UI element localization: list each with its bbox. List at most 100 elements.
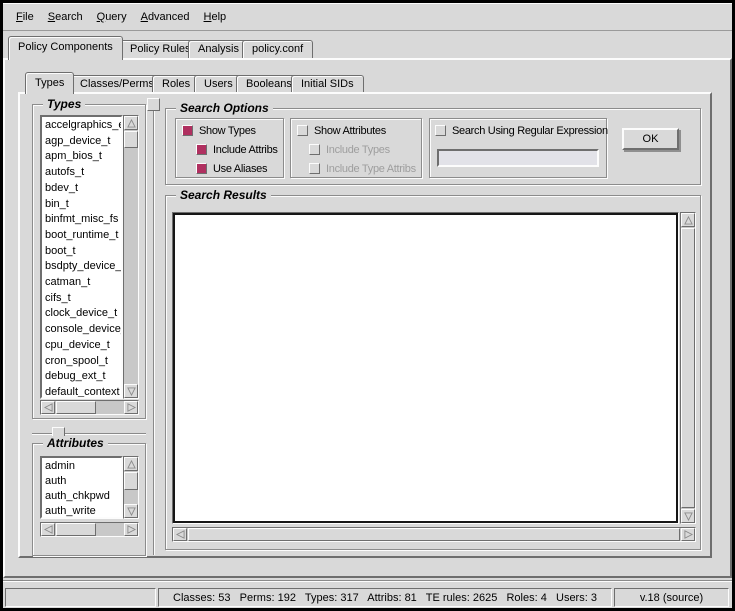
scroll-right-button[interactable] (124, 401, 138, 414)
attributes-listbox[interactable]: admin auth auth_chkpwd auth_write change… (40, 456, 123, 519)
scroll-down-button[interactable] (681, 509, 695, 523)
regex-checkbox[interactable]: Search Using Regular Expression (435, 124, 608, 137)
scrollbar-thumb[interactable] (681, 228, 695, 508)
menu-search-hotkey: S (48, 11, 55, 23)
checkbox-indicator (182, 125, 193, 136)
scroll-right-icon (127, 403, 136, 412)
list-item[interactable]: catman_t (45, 275, 121, 291)
list-item[interactable]: cpu_device_t (45, 338, 121, 354)
scroll-left-button[interactable] (41, 523, 55, 536)
ok-button[interactable]: OK (622, 128, 679, 150)
menu-query-rest: uery (105, 11, 126, 23)
status-version: v.18 (source) (614, 588, 729, 607)
show-attributes-checkbox[interactable]: Show Attributes (297, 124, 386, 137)
list-item[interactable]: boot_t (45, 244, 121, 260)
checkbox-indicator (297, 125, 308, 136)
scrollbar-thumb[interactable] (124, 472, 138, 490)
attributes-frame-label: Attributes (43, 436, 108, 450)
scroll-right-icon (127, 525, 136, 534)
scroll-up-icon (127, 460, 136, 469)
list-item[interactable]: bsdpty_device_ (45, 259, 121, 275)
menu-query[interactable]: Query (90, 4, 134, 30)
types-listbox[interactable]: accelgraphics_e agp_device_t apm_bios_t … (40, 115, 123, 399)
scroll-down-button[interactable] (124, 384, 138, 398)
search-results-textarea[interactable] (172, 212, 679, 524)
scrollbar-thumb[interactable] (56, 523, 96, 536)
include-type-attribs-checkbox[interactable]: Include Type Attribs (309, 162, 416, 175)
scroll-left-button[interactable] (41, 401, 55, 414)
list-item[interactable]: apm_bios_t (45, 149, 121, 165)
list-item[interactable]: console_device_ (45, 322, 121, 338)
tab-classes-perms[interactable]: Classes/Perms (70, 75, 164, 92)
scroll-left-icon (44, 403, 53, 412)
scroll-down-icon (684, 512, 693, 521)
scroll-down-icon (127, 387, 136, 396)
menu-file-hotkey: F (16, 11, 23, 23)
list-item[interactable]: cifs_t (45, 291, 121, 307)
menu-advanced-rest: dvanced (148, 11, 190, 23)
menu-file[interactable]: File (9, 4, 41, 30)
scroll-down-button[interactable] (124, 504, 138, 518)
list-item[interactable]: agp_device_t (45, 134, 121, 150)
status-separator (3, 580, 732, 582)
results-vertical-scrollbar[interactable] (680, 212, 696, 524)
tab-analysis[interactable]: Analysis (188, 40, 249, 58)
tab-types[interactable]: Types (25, 72, 74, 94)
vertical-sash-line (153, 106, 155, 555)
scroll-up-icon (127, 119, 136, 128)
scroll-up-button[interactable] (681, 213, 695, 227)
scrollbar-thumb[interactable] (124, 131, 138, 148)
checkbox-indicator (196, 144, 207, 155)
results-horizontal-scrollbar[interactable] (172, 527, 696, 542)
menu-search[interactable]: Search (41, 4, 90, 30)
list-item[interactable]: accelgraphics_e (45, 118, 121, 134)
tab-roles[interactable]: Roles (152, 75, 200, 92)
scroll-up-button[interactable] (124, 116, 138, 130)
menu-query-hotkey: Q (97, 11, 106, 23)
menu-help[interactable]: Help (197, 4, 234, 30)
checkbox-indicator (435, 125, 446, 136)
list-item[interactable]: default_context (45, 385, 121, 399)
list-item[interactable]: bin_t (45, 197, 121, 213)
scrollbar-thumb[interactable] (188, 528, 680, 541)
status-stats: Classes: 53 Perms: 192 Types: 317 Attrib… (158, 588, 612, 607)
horizontal-sash-line (32, 433, 146, 435)
list-item[interactable]: debug_ext_t (45, 369, 121, 385)
show-types-checkbox[interactable]: Show Types (182, 124, 256, 137)
attributes-vertical-scrollbar[interactable] (123, 456, 139, 519)
scrollbar-thumb[interactable] (56, 401, 96, 414)
tab-policy-components[interactable]: Policy Components (8, 36, 123, 60)
attributes-horizontal-scrollbar[interactable] (40, 522, 139, 537)
tab-policy-conf[interactable]: policy.conf (242, 40, 313, 58)
vertical-sash-handle[interactable] (147, 98, 160, 111)
list-item[interactable]: autofs_t (45, 165, 121, 181)
regex-input[interactable] (437, 149, 599, 167)
scroll-right-button[interactable] (124, 523, 138, 536)
list-item[interactable]: admin (45, 459, 121, 474)
list-item[interactable]: clock_device_t (45, 306, 121, 322)
list-item[interactable]: boot_runtime_t (45, 228, 121, 244)
types-vertical-scrollbar[interactable] (123, 115, 139, 399)
list-item[interactable]: auth (45, 474, 121, 489)
list-item[interactable]: bdev_t (45, 181, 121, 197)
types-frame-label: Types (43, 97, 85, 111)
scroll-right-button[interactable] (681, 528, 695, 541)
scroll-left-icon (44, 525, 53, 534)
menu-search-rest: earch (55, 11, 83, 23)
tab-initial-sids[interactable]: Initial SIDs (291, 75, 364, 92)
list-item[interactable]: cron_spool_t (45, 354, 121, 370)
list-item[interactable]: binfmt_misc_fs (45, 212, 121, 228)
scroll-up-button[interactable] (124, 457, 138, 471)
include-types-checkbox[interactable]: Include Types (309, 143, 390, 156)
use-aliases-label: Use Aliases (213, 163, 267, 175)
include-attribs-checkbox[interactable]: Include Attribs (196, 143, 278, 156)
show-types-label: Show Types (199, 125, 256, 137)
list-item[interactable]: auth_chkpwd (45, 489, 121, 504)
menu-advanced[interactable]: Advanced (134, 4, 197, 30)
scroll-right-icon (684, 530, 693, 539)
scroll-left-button[interactable] (173, 528, 187, 541)
types-horizontal-scrollbar[interactable] (40, 400, 139, 415)
use-aliases-checkbox[interactable]: Use Aliases (196, 162, 267, 175)
list-item[interactable]: auth_write (45, 504, 121, 519)
include-attribs-label: Include Attribs (213, 144, 278, 156)
